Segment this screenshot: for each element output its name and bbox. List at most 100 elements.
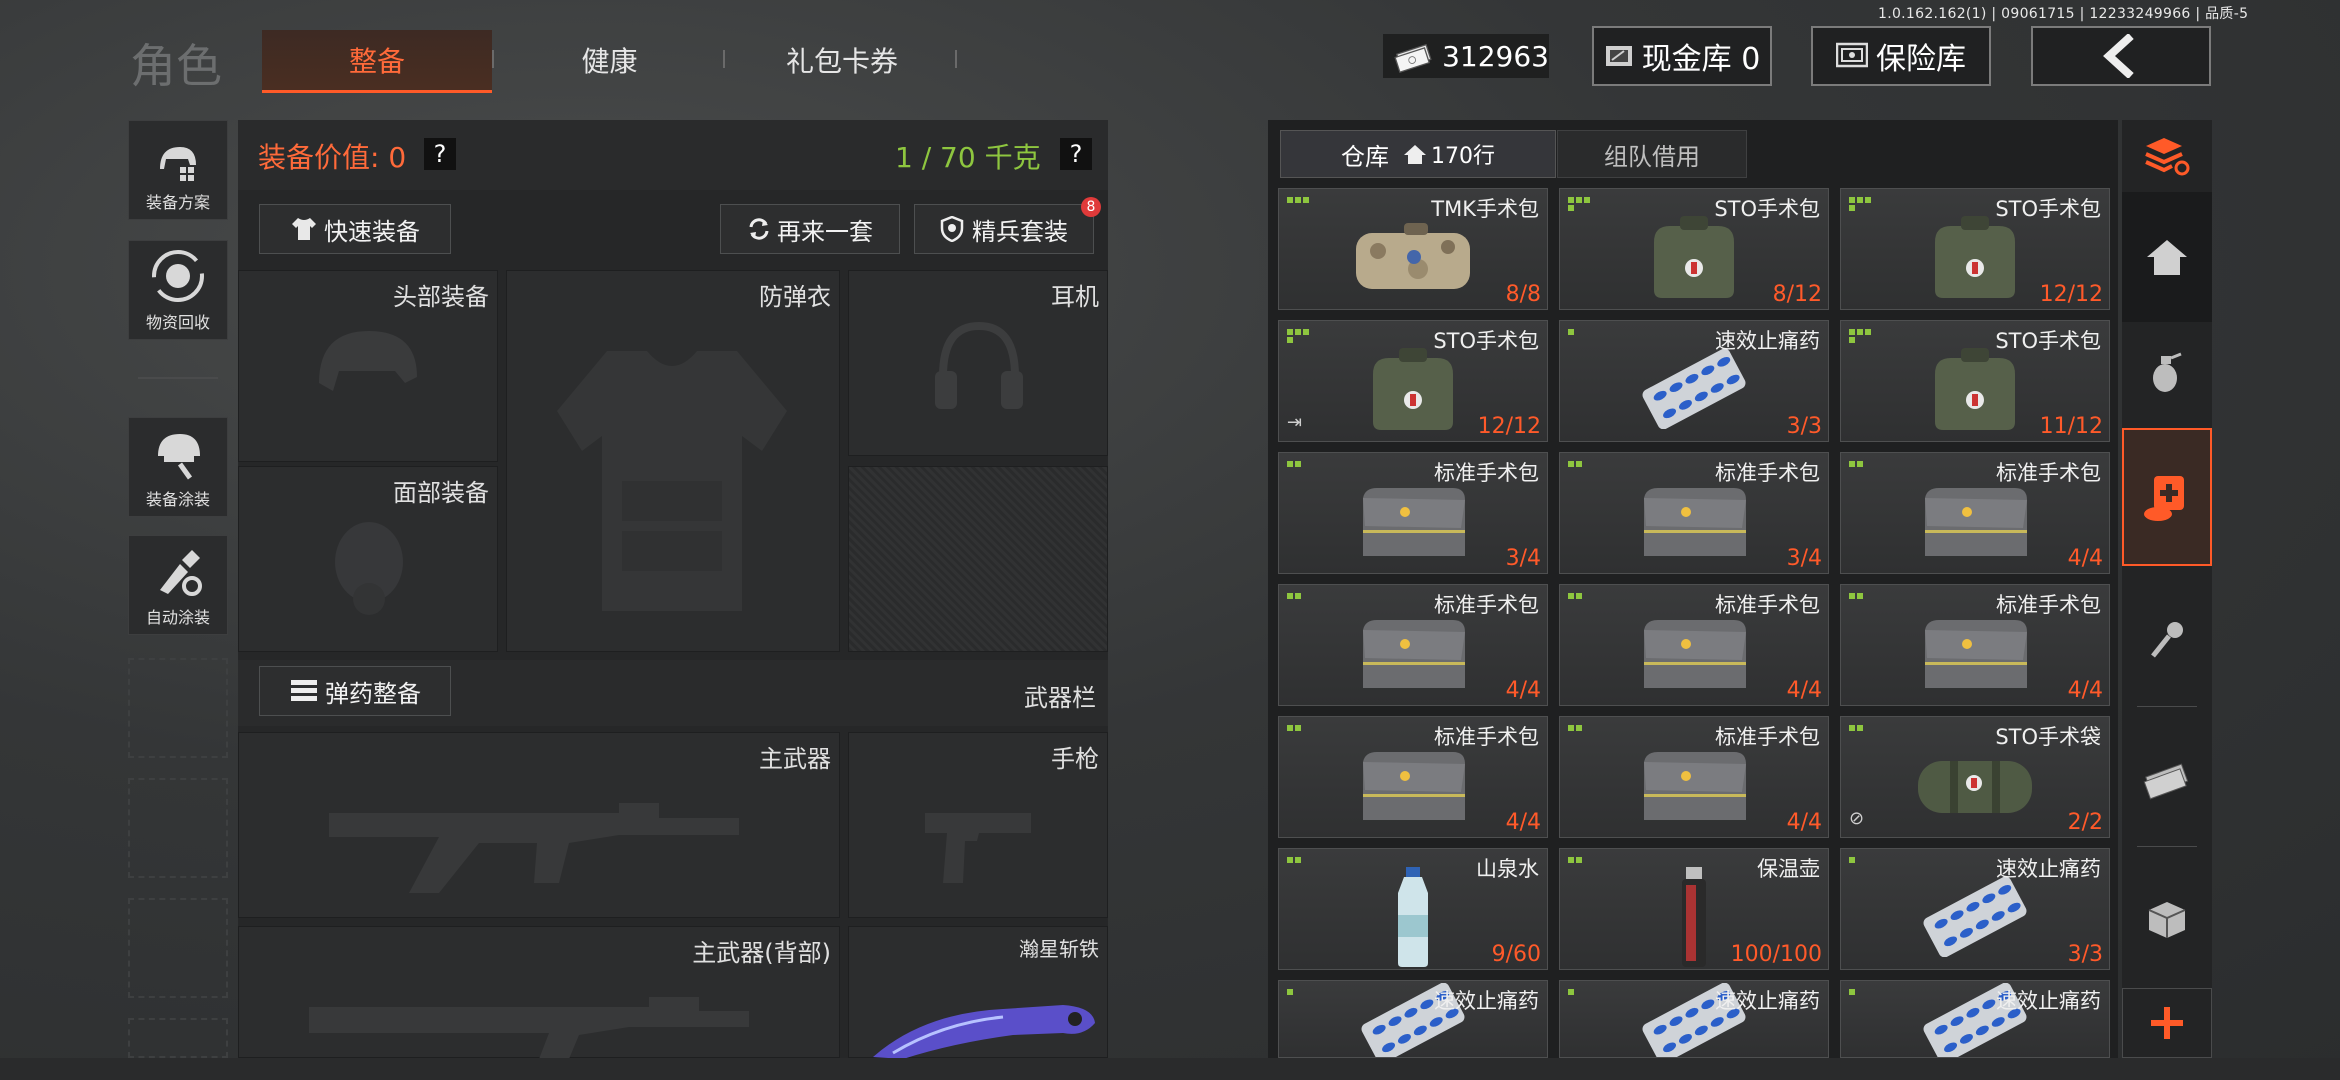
box-icon	[2148, 902, 2186, 938]
storage-item[interactable]: 标准手术包 4/4	[1278, 584, 1548, 706]
money-display: 312963	[1383, 34, 1549, 78]
item-size-dots	[1287, 989, 1309, 995]
storage-item[interactable]: STO手术包 11/12	[1840, 320, 2110, 442]
storage-item[interactable]: 速效止痛药	[1840, 980, 2110, 1058]
item-name: 标准手术包	[1434, 461, 1539, 485]
storage-item[interactable]: 速效止痛药 3/3	[1840, 848, 2110, 970]
quick-equip-label: 快速装备	[324, 217, 420, 246]
storage-item[interactable]: TMK手术包 8/8	[1278, 188, 1548, 310]
storage-item[interactable]: 标准手术包 3/4	[1278, 452, 1548, 574]
storage-item[interactable]: 标准手术包 4/4	[1840, 584, 2110, 706]
item-name: 速效止痛药	[1715, 989, 1820, 1013]
storage-item[interactable]: 标准手术包 4/4	[1559, 716, 1829, 838]
sidebar-empty-slot	[128, 1018, 228, 1058]
tab-divider	[492, 50, 494, 68]
item-size-dots	[1287, 593, 1309, 599]
item-size-dots	[1849, 197, 1871, 211]
storage-item[interactable]: 标准手术包 4/4	[1840, 452, 2110, 574]
storage-item[interactable]: 速效止痛药	[1278, 980, 1548, 1058]
back-button[interactable]	[2031, 26, 2211, 86]
page-title: 角色	[130, 39, 222, 93]
tab-divider	[955, 50, 957, 68]
value-help-button[interactable]: ?	[424, 138, 456, 170]
headset-slot[interactable]: 耳机	[848, 270, 1108, 456]
storage-item[interactable]: 标准手术包 4/4	[1559, 584, 1829, 706]
tab-team-borrow[interactable]: 组队借用	[1557, 130, 1747, 178]
insurance-vault-button[interactable]: 保险库	[1811, 26, 1991, 86]
grenade-icon	[2153, 352, 2182, 392]
slot-label: 面部装备	[393, 479, 489, 507]
storage-item[interactable]: STO手术包 8/12	[1559, 188, 1829, 310]
karambit-knife-icon	[873, 1005, 1095, 1059]
green-surgery-kit-icon	[1925, 212, 2025, 306]
item-count: 12/12	[2039, 282, 2103, 307]
sidebar-item-loadout[interactable]: 装备方案	[128, 120, 228, 220]
item-count: 3/3	[2067, 942, 2103, 967]
green-surgery-kit-icon	[1925, 344, 2025, 438]
sidebar-empty-slot	[128, 898, 228, 998]
money-value: 312963	[1442, 39, 1549, 73]
storage-item[interactable]: STO手术包 12/12	[1840, 188, 2110, 310]
sidebar-item-auto-paint[interactable]: 自动涂装	[128, 535, 228, 635]
safe-icon	[1836, 42, 1868, 68]
primary-back-slot[interactable]: 主武器(背部)	[238, 926, 840, 1059]
item-name: 标准手术包	[1434, 593, 1539, 617]
plus-icon	[2151, 1007, 2183, 1039]
weight-help-button[interactable]: ?	[1060, 138, 1092, 170]
item-name: 速效止痛药	[1996, 857, 2101, 881]
home-icon	[2147, 240, 2187, 275]
storage-item[interactable]: 速效止痛药	[1559, 980, 1829, 1058]
elite-kit-button[interactable]: 精兵套装 8	[914, 197, 1101, 254]
medical-icon	[2144, 476, 2184, 521]
item-status-icon: ⊘	[1849, 808, 1865, 829]
item-name: STO手术袋	[1995, 725, 2101, 749]
storage-item[interactable]: 标准手术包 3/4	[1559, 452, 1829, 574]
sort-button[interactable]	[2122, 120, 2212, 192]
tab-storage[interactable]: 仓库 170行	[1280, 130, 1556, 178]
storage-item[interactable]: STO手术袋 2/2 ⊘	[1840, 716, 2110, 838]
item-name: 速效止痛药	[1715, 329, 1820, 353]
rail-medical-button[interactable]	[2122, 428, 2212, 566]
storage-item[interactable]: 标准手术包 4/4	[1278, 716, 1548, 838]
item-size-dots	[1568, 857, 1590, 863]
melee-slot[interactable]: 瀚星斩铁	[848, 926, 1108, 1059]
sidebar-item-paint[interactable]: 装备涂装	[128, 417, 228, 517]
weapon-bar-label: 武器栏	[1024, 684, 1096, 712]
grey-medbag-icon	[1915, 610, 2035, 700]
sidebar-item-label: 自动涂装	[145, 608, 210, 627]
equip-again-button[interactable]: 再来一套	[720, 204, 900, 254]
grey-medbag-icon	[1353, 610, 1473, 700]
ammo-prep-button[interactable]: 弹药整备	[259, 666, 451, 716]
sidebar-item-recycle[interactable]: 物资回收	[128, 240, 228, 340]
storage-item[interactable]: 山泉水 9/60	[1278, 848, 1548, 970]
item-count: 12/12	[1477, 414, 1541, 439]
tab-storage-label: 仓库	[1341, 142, 1389, 171]
storage-item[interactable]: 保温壶 100/100	[1559, 848, 1829, 970]
body-armor-slot[interactable]: 防弹衣	[506, 270, 840, 652]
head-gear-slot[interactable]: 头部装备	[238, 270, 498, 462]
rail-add-button[interactable]	[2122, 988, 2212, 1058]
rail-box-button[interactable]	[2122, 870, 2212, 970]
slot-label: 头部装备	[393, 283, 489, 311]
pistol-slot[interactable]: 手枪	[848, 732, 1108, 918]
item-size-dots	[1849, 857, 1871, 863]
notification-badge: 8	[1081, 197, 1101, 217]
cash-vault-button[interactable]: 现金库 0	[1592, 26, 1772, 86]
tab-equip[interactable]: 整备	[262, 30, 492, 93]
rail-cash-button[interactable]	[2122, 730, 2212, 830]
item-name: 标准手术包	[1715, 461, 1820, 485]
rail-grenade-button[interactable]	[2122, 322, 2212, 422]
rail-key-button[interactable]	[2122, 590, 2212, 690]
face-gear-slot[interactable]: 面部装备	[238, 466, 498, 652]
rail-home-button[interactable]	[2122, 192, 2212, 322]
item-size-dots	[1568, 461, 1590, 467]
equip-value-bar: 装备价值: 0 ? 1 / 70 千克 ?	[238, 120, 1108, 190]
storage-item[interactable]: STO手术包 12/12 ⇥	[1278, 320, 1548, 442]
tab-gift-cards[interactable]: 礼包卡券	[727, 30, 957, 90]
quick-equip-button[interactable]: 快速装备	[259, 204, 451, 254]
item-count: 11/12	[2039, 414, 2103, 439]
primary-weapon-slot[interactable]: 主武器	[238, 732, 840, 918]
tab-health[interactable]: 健康	[497, 30, 722, 90]
pill-blister-icon	[1920, 876, 2030, 961]
storage-item[interactable]: 速效止痛药 3/3	[1559, 320, 1829, 442]
